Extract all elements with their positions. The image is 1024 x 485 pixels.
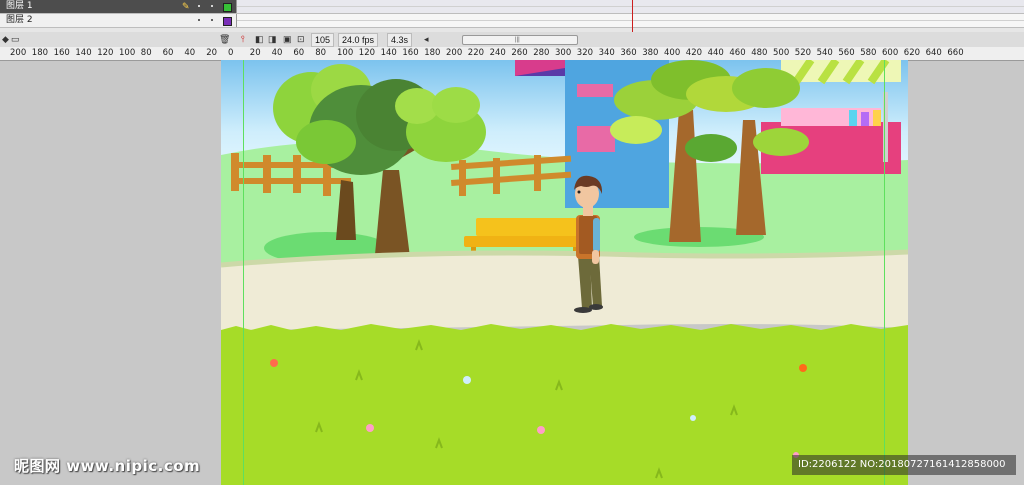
ruler-tick-label: 420 <box>685 48 703 58</box>
ruler-tick-label: 80 <box>140 48 152 58</box>
modify-markers-icon[interactable]: ⊡ <box>297 34 305 45</box>
ruler-tick-label: 40 <box>184 48 196 58</box>
stage-guide-right <box>884 60 885 485</box>
ruler-tick-label: 180 <box>31 48 49 58</box>
ruler-tick-label: 360 <box>620 48 637 58</box>
ruler-tick-label: 560 <box>838 48 855 58</box>
layer-outline-color[interactable] <box>223 17 232 26</box>
ruler-tick-label: 60 <box>162 48 174 58</box>
edit-multiple-frames-icon[interactable]: ▣ <box>283 34 292 45</box>
timeline-scrollbar[interactable]: ||| <box>462 35 578 45</box>
ruler-tick-label: 300 <box>555 48 572 58</box>
ruler-tick-label: 500 <box>773 48 790 58</box>
stage-guide-left <box>243 60 244 485</box>
pencil-icon: ✎ <box>182 1 190 11</box>
layer-name[interactable]: 图层 2 <box>6 14 33 27</box>
scroll-left-icon[interactable]: ◂ <box>424 34 429 45</box>
ruler-tick-label: 460 <box>729 48 746 58</box>
ruler-tick-label: 120 <box>358 48 376 58</box>
ruler-tick-label: 140 <box>380 48 397 58</box>
onion-skin-icon[interactable]: ◧ <box>255 34 264 45</box>
center-frame-icon[interactable]: ⫯ <box>241 34 245 45</box>
ruler-tick-label: 180 <box>424 48 441 58</box>
ruler-tick-label: 20 <box>249 48 261 58</box>
onion-outline-icon[interactable]: ◨ <box>268 34 277 45</box>
ruler-tick-label: 540 <box>816 48 833 58</box>
layer-name[interactable]: 图层 1 <box>6 0 33 13</box>
ruler-tick-label: 660 <box>947 48 964 58</box>
ruler-tick-label: 220 <box>467 48 485 58</box>
visibility-dot[interactable] <box>198 5 200 7</box>
elapsed-time: 4.3s <box>387 33 413 47</box>
scroll-grip[interactable]: ||| <box>515 36 520 44</box>
image-id-text: ID:2206122 NO:20180727161412858000 <box>798 459 1006 470</box>
image-id-strip: ID:2206122 NO:20180727161412858000 <box>792 455 1016 475</box>
layer-outline-color[interactable] <box>223 3 232 12</box>
ruler-tick-label: 640 <box>925 48 942 58</box>
ruler-tick-label: 480 <box>751 48 768 58</box>
add-folder-icon[interactable]: ▭ <box>11 34 20 45</box>
frame-rate[interactable]: 24.0 fps <box>338 33 379 47</box>
layer-row-2[interactable]: 图层 2 <box>0 14 1024 28</box>
ruler-tick-label: 600 <box>882 48 899 58</box>
ruler-tick-label: 200 <box>446 48 463 58</box>
ruler-tick-label: 380 <box>642 48 659 58</box>
ruler-tick-label: 160 <box>53 48 70 58</box>
layer-row-1[interactable]: 图层 1 ✎ <box>0 0 1024 14</box>
playhead[interactable] <box>632 0 633 32</box>
timeline-layers-panel: 图层 1 ✎ 图层 2 <box>0 0 1024 32</box>
ruler-tick-label: 160 <box>402 48 419 58</box>
ruler-tick-label: 340 <box>598 48 615 58</box>
layer-frames[interactable] <box>236 0 1024 13</box>
ruler-tick-label: 260 <box>511 48 528 58</box>
ruler-tick-label: 440 <box>707 48 724 58</box>
current-frame: 105 <box>311 33 335 47</box>
ruler-tick-label: 0 <box>228 48 234 58</box>
visibility-dot[interactable] <box>198 19 200 21</box>
walking-path <box>221 252 908 330</box>
ruler-tick-label: 60 <box>293 48 305 58</box>
site-watermark: 昵图网 www.nipic.com <box>14 457 201 475</box>
ruler-tick-label: 120 <box>97 48 114 58</box>
ruler-tick-label: 20 <box>206 48 218 58</box>
ruler-tick-label: 580 <box>860 48 877 58</box>
layer-frames[interactable] <box>236 14 1024 27</box>
stage-canvas[interactable] <box>221 60 908 485</box>
ruler-tick-label: 520 <box>794 48 812 58</box>
ruler-tick-label: 100 <box>337 48 354 58</box>
ruler-tick-label: 80 <box>315 48 327 58</box>
timeline-toolbar: ◆ ▭ 🗑 ⫯ ◧ ◨ ▣ ⊡ 105 24.0 fps 4.3s ◂ ||| <box>0 32 1024 48</box>
ruler-tick-label: 620 <box>903 48 921 58</box>
lock-dot[interactable] <box>211 5 213 7</box>
ruler-tick-label: 200 <box>10 48 27 58</box>
ruler-tick-label: 280 <box>533 48 550 58</box>
trash-icon[interactable]: 🗑 <box>219 34 230 45</box>
horizontal-ruler: 200 180 160 140 120 100 80 60 40 20 0 20 40 60 80 100 12… <box>0 47 1024 61</box>
ruler-tick-label: 320 <box>576 48 594 58</box>
ruler-tick-label: 100 <box>119 48 136 58</box>
ruler-tick-label: 400 <box>664 48 681 58</box>
add-layer-icon[interactable]: ◆ <box>2 34 9 45</box>
scene-artwork <box>221 60 908 485</box>
ruler-tick-label: 40 <box>271 48 283 58</box>
ruler-tick-label: 140 <box>75 48 92 58</box>
ruler-tick-label: 240 <box>489 48 506 58</box>
lock-dot[interactable] <box>211 19 213 21</box>
